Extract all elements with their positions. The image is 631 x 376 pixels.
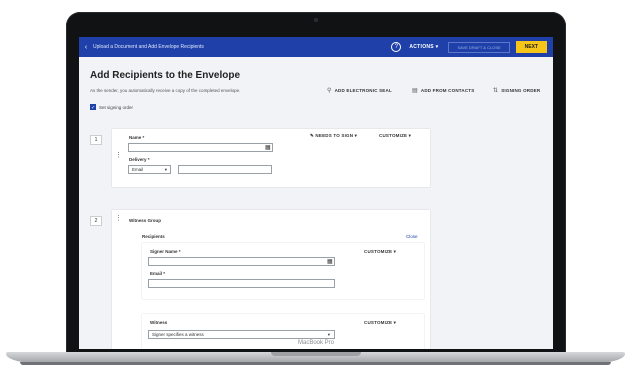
signing-order-toggle[interactable]: ✓ Set signing order (90, 104, 134, 111)
chevron-down-icon: ▾ (164, 167, 167, 172)
add-from-contacts-link[interactable]: ▤ ADD FROM CONTACTS (412, 87, 474, 94)
email-address-input[interactable] (178, 165, 272, 174)
delivery-label: Delivery * (129, 157, 150, 162)
witness-group-card: ⋮ Witness Group Recipients Close Signer … (112, 210, 430, 349)
name-label: Name * (129, 135, 145, 140)
seal-icon: ⚲ (327, 88, 332, 94)
witness-select-value: Signer specifies a witness (152, 332, 204, 337)
save-draft-button[interactable]: SAVE DRAFT & CLOSE (448, 41, 510, 53)
topbar-title: Upload a Document and Add Envelope Recip… (93, 44, 204, 50)
app-topbar: ‹ Upload a Document and Add Envelope Rec… (79, 37, 553, 57)
witness-group-label: Witness Group (129, 218, 161, 223)
recipient-card-1: ⋮ Name * ▦ Delivery * Email ▾ ✎ NEEDS TO… (112, 129, 430, 187)
signing-order-label: Set signing order (99, 104, 134, 110)
laptop-base-shadow (20, 362, 611, 365)
next-button[interactable]: NEXT (515, 41, 547, 53)
chevron-down-icon: ▾ (327, 332, 330, 337)
signer-name-input[interactable] (148, 257, 335, 266)
recipients-label: Recipients (142, 234, 165, 239)
add-electronic-seal-label: ADD ELECTRONIC SEAL (334, 88, 392, 93)
back-arrow-icon[interactable]: ‹ (79, 44, 93, 51)
witness-select[interactable]: Signer specifies a witness ▾ (148, 330, 335, 339)
page-subtitle: As the sender, you automatically receive… (90, 88, 241, 93)
checkbox-checked-icon[interactable]: ✓ (90, 104, 96, 111)
laptop-notch (271, 352, 361, 356)
add-from-contacts-label: ADD FROM CONTACTS (420, 88, 475, 93)
needs-to-sign-label: NEEDS TO SIGN ▾ (315, 133, 358, 138)
witness-label: Witness (150, 320, 168, 325)
signing-order-icon: ⇅ (493, 88, 499, 94)
contact-card-icon[interactable]: ▦ (327, 258, 333, 265)
laptop-model-label: MacBook Pro (297, 340, 334, 346)
customize-dropdown[interactable]: CUSTOMIZE ▾ (364, 320, 396, 326)
laptop-lid: ‹ Upload a Document and Add Envelope Rec… (66, 12, 566, 356)
name-input[interactable] (128, 143, 273, 152)
actions-menu-button[interactable]: ACTIONS ▾ (409, 44, 438, 50)
signing-order-link-label: SIGNING ORDER (501, 88, 541, 93)
page-title: Add Recipients to the Envelope (90, 70, 241, 81)
help-icon[interactable]: ? (391, 42, 402, 52)
drag-handle-icon[interactable]: ⋮ (115, 214, 122, 222)
signing-order-link[interactable]: ⇅ SIGNING ORDER (493, 87, 540, 94)
email-label: Email * (150, 271, 166, 276)
contact-card-icon[interactable]: ▦ (265, 144, 271, 151)
signer-name-label: Signer Name * (150, 249, 181, 254)
delivery-select-value: Email (132, 167, 144, 172)
customize-dropdown[interactable]: CUSTOMIZE ▾ (379, 133, 411, 139)
close-link[interactable]: Close (406, 234, 418, 239)
customize-dropdown[interactable]: CUSTOMIZE ▾ (364, 249, 396, 255)
signer-email-input[interactable] (148, 279, 335, 288)
laptop-screen: ‹ Upload a Document and Add Envelope Rec… (79, 37, 553, 349)
signer-card: Signer Name * ▦ Email * CUSTOMIZE ▾ (142, 243, 424, 299)
camera-icon (314, 18, 318, 22)
contacts-icon: ▤ (412, 88, 418, 94)
add-electronic-seal-link[interactable]: ⚲ ADD ELECTRONIC SEAL (327, 87, 392, 94)
drag-handle-icon[interactable]: ⋮ (115, 151, 122, 159)
needs-to-sign-dropdown[interactable]: ✎ NEEDS TO SIGN ▾ (310, 133, 357, 139)
recipient-number: 1 (90, 135, 102, 145)
delivery-select[interactable]: Email ▾ (128, 165, 171, 174)
recipient-number: 2 (90, 216, 102, 226)
